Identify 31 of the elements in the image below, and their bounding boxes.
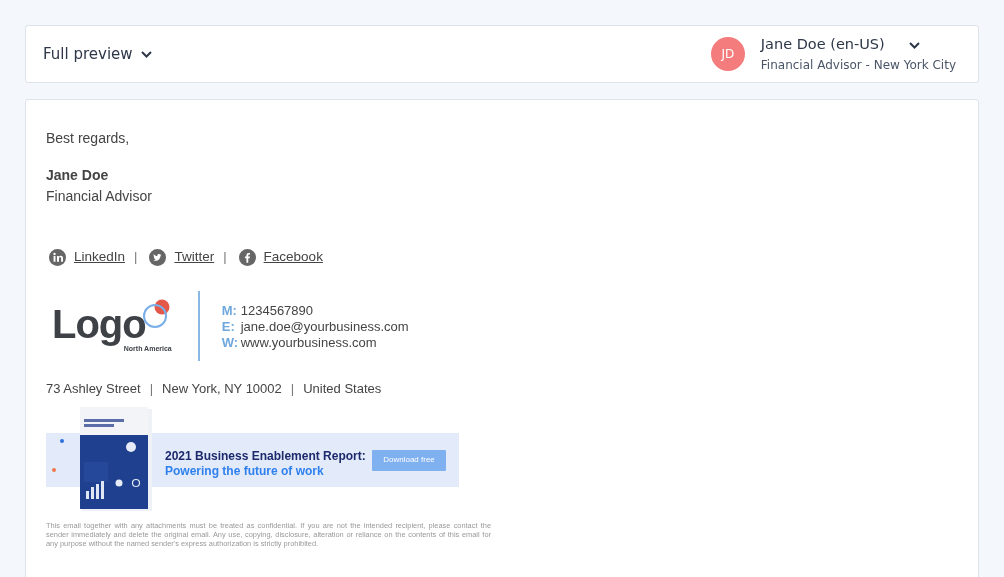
avatar: JD	[710, 37, 745, 71]
user-subtitle: Financial Advisor - New York City	[760, 56, 956, 74]
facebook-icon	[238, 248, 256, 266]
social-link[interactable]: Facebook	[263, 247, 323, 268]
address-text: 73 Ashley Street	[46, 380, 141, 399]
chevron-down-icon	[140, 50, 152, 58]
contact-value: www.yourbusiness.com	[240, 335, 377, 351]
chevron-down-icon[interactable]	[908, 41, 920, 49]
separator-text: |	[223, 248, 227, 267]
separator-text: |	[149, 380, 154, 399]
contact-value: jane.doe@yourbusiness.com	[240, 319, 409, 335]
address-text: United States	[303, 380, 382, 399]
contact-value: 1234567890	[240, 303, 314, 319]
contact-label: W:	[221, 335, 240, 351]
view-mode-dropdown[interactable]: Full preview	[43, 42, 152, 66]
closing-text: Best regards,	[46, 129, 131, 148]
sender-name: Jane Doe	[46, 166, 110, 185]
separator-text: |	[290, 380, 295, 399]
social-link[interactable]: LinkedIn	[74, 247, 126, 268]
banner-subline: Powering the future of work	[165, 463, 324, 480]
contact-label: M:	[221, 303, 238, 319]
sender-title: Financial Advisor	[46, 187, 153, 206]
banner-headline: 2021 Business Enablement Report:	[165, 447, 366, 465]
bird-icon	[149, 248, 167, 266]
linkedin-icon	[49, 248, 66, 266]
user-name: Jane Doe (en-US)	[760, 35, 885, 55]
logo-text: Logo	[52, 304, 146, 344]
social-link[interactable]: Twitter	[174, 247, 215, 268]
separator-text: |	[134, 248, 138, 267]
address-text: New York, NY 10002	[162, 380, 282, 399]
contact-label: E:	[221, 319, 236, 335]
